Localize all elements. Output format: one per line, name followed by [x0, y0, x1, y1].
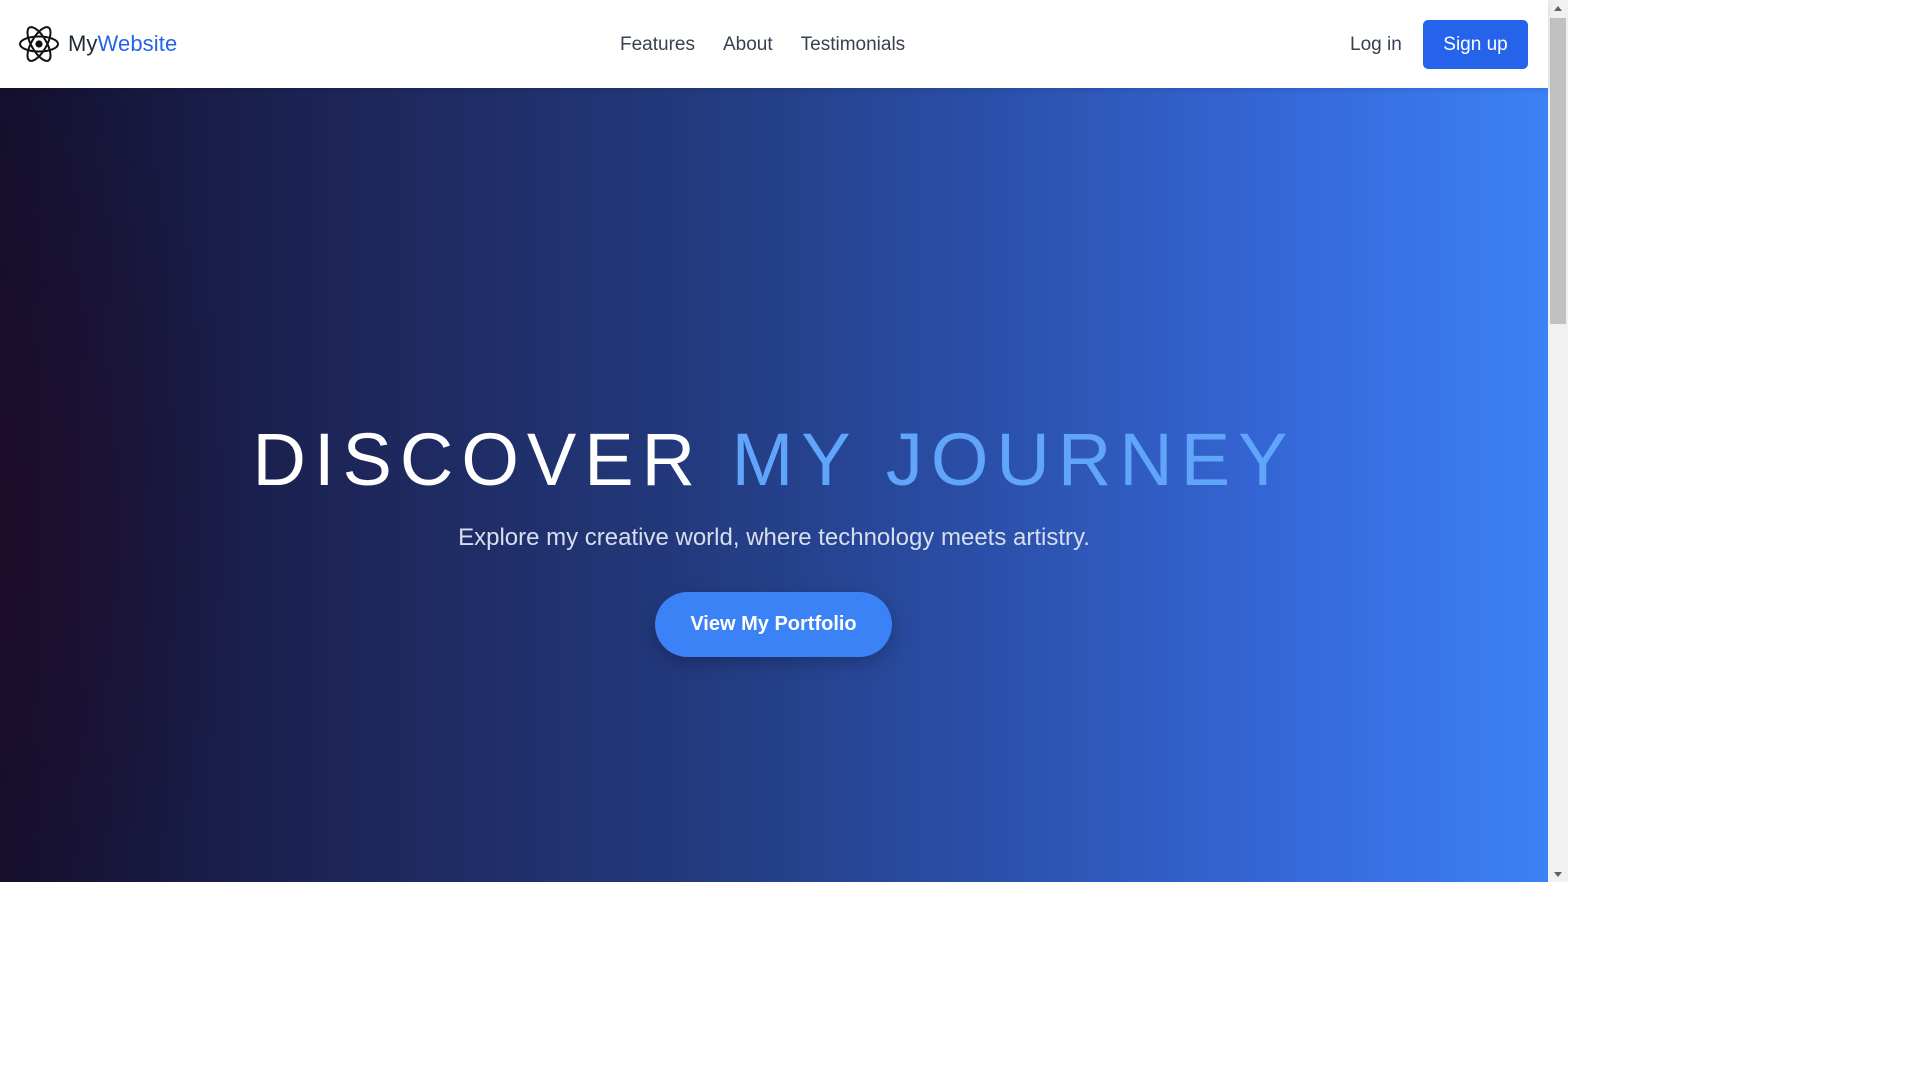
hero-title-part1: DISCOVER: [252, 418, 704, 501]
scrollbar-thumb[interactable]: [1550, 18, 1566, 324]
hero-title: DISCOVER MY JOURNEY: [0, 414, 1548, 506]
nav-link-features[interactable]: Features: [606, 26, 709, 64]
nav-links: Features About Testimonials: [606, 26, 919, 64]
signup-button[interactable]: Sign up: [1423, 20, 1528, 69]
page: MyWebsite Features About Testimonials Lo…: [0, 0, 1568, 882]
brand-name-suffix: Website: [97, 31, 178, 56]
nav-link-testimonials[interactable]: Testimonials: [787, 26, 920, 64]
scroll-down-arrow-icon[interactable]: [1548, 866, 1568, 882]
atom-icon: [19, 26, 59, 62]
brand-name-prefix: My: [68, 31, 98, 56]
brand-link[interactable]: MyWebsite: [18, 24, 177, 64]
hero-section: DISCOVER MY JOURNEY Explore my creative …: [0, 88, 1548, 882]
vertical-scrollbar[interactable]: [1548, 0, 1568, 882]
login-link[interactable]: Log in: [1336, 26, 1416, 64]
brand-name: MyWebsite: [68, 31, 177, 57]
navbar: MyWebsite Features About Testimonials Lo…: [0, 0, 1548, 88]
view-portfolio-button[interactable]: View My Portfolio: [655, 592, 892, 657]
hero-subtitle: Explore my creative world, where technol…: [458, 524, 1090, 551]
hero-title-part2: MY JOURNEY: [731, 418, 1296, 501]
nav-link-about[interactable]: About: [709, 26, 787, 64]
scroll-up-arrow-icon[interactable]: [1548, 0, 1568, 16]
